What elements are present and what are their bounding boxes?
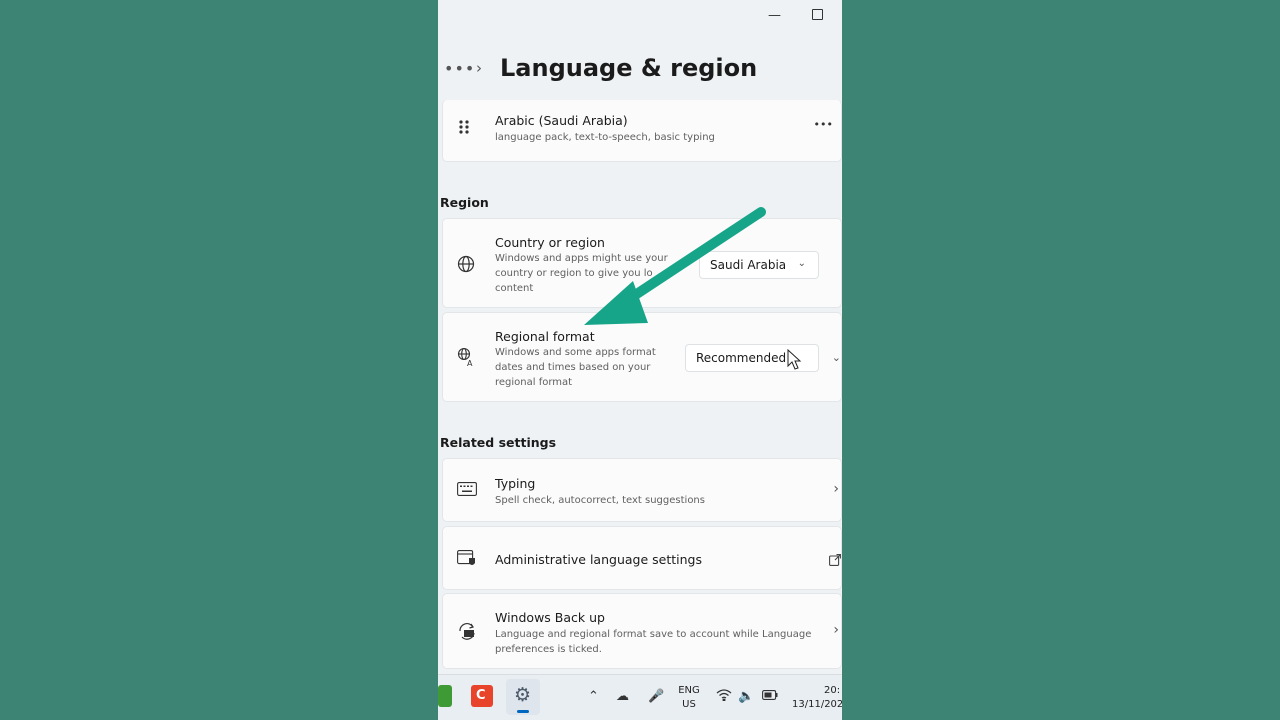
settings-app-button[interactable]: ⚙ [506,679,540,715]
typing-item[interactable]: Typing Spell check, autocorrect, text su… [442,458,842,522]
breadcrumb-chevron-icon: › [476,59,482,77]
region-section-label: Region [440,195,489,210]
gear-icon: ⚙ [514,684,532,706]
language-name: Arabic (Saudi Arabia) [495,113,628,128]
chevron-up-icon[interactable]: ⌃ [588,689,599,704]
minimize-button[interactable]: — [768,8,781,23]
drag-handle-icon[interactable] [457,118,471,140]
related-settings-label: Related settings [440,435,557,450]
chevron-right-icon: › [833,622,839,638]
more-icon[interactable]: ••• [814,118,833,131]
admin-language-item[interactable]: Administrative language settings [442,526,842,590]
language-features: language pack, text-to-speech, basic typ… [495,132,715,143]
keyboard-icon [457,481,477,500]
taskbar: C ⚙ ⌃ ☁ 🎤 ENG US 🔈 20: 13/11/202 [438,674,842,720]
admin-icon [457,550,477,572]
globe-icon [457,255,475,277]
format-desc-line2: dates and times based on your [495,362,651,373]
external-link-icon [829,551,841,570]
backup-desc-line1: Language and regional format save to acc… [495,629,812,640]
regional-format-icon: A [457,347,477,371]
annotation-arrow [584,207,766,325]
svg-text:A: A [467,359,473,367]
language-item-arabic[interactable]: Arabic (Saudi Arabia) language pack, tex… [442,100,842,162]
settings-window: — ••• › Language & region Arabic (Saudi … [438,0,842,720]
battery-icon[interactable] [762,689,778,704]
volume-icon[interactable]: 🔈 [738,689,754,704]
admin-title: Administrative language settings [495,552,702,567]
clock-date: 13/11/202 [792,699,842,710]
wifi-icon[interactable] [716,689,732,705]
country-desc-line3: content [495,283,534,294]
maximize-button[interactable] [812,9,823,20]
format-desc-line3: regional format [495,377,573,388]
format-value: Recommended [696,351,787,365]
page-header: ••• › Language & region [444,54,757,82]
clock-time: 20: [824,685,841,696]
backup-title: Windows Back up [495,610,605,625]
backup-icon [457,622,479,646]
clock[interactable]: 20: 13/11/202 [788,684,842,712]
typing-title: Typing [495,476,536,491]
breadcrumb-more-icon[interactable]: ••• [444,59,476,78]
page-title: Language & region [500,54,758,82]
lang-line1: ENG [678,685,700,696]
onedrive-icon[interactable]: ☁ [616,689,629,704]
lang-line2: US [682,699,696,710]
expand-chevron-icon[interactable]: ⌄ [832,351,841,364]
microphone-icon[interactable]: 🎤 [648,689,664,704]
windows-backup-item[interactable]: Windows Back up Language and regional fo… [442,593,842,669]
app-icon-green[interactable] [438,685,452,707]
chevron-down-icon: ⌄ [797,258,806,269]
pointer-cursor [787,349,802,370]
app-icon-red[interactable]: C [471,685,493,707]
typing-desc: Spell check, autocorrect, text suggestio… [495,495,705,506]
backup-desc-line2: preferences is ticked. [495,644,602,655]
active-indicator [517,710,529,713]
format-desc-line1: Windows and some apps format [495,347,656,358]
chevron-right-icon: › [833,481,839,497]
language-indicator[interactable]: ENG US [676,684,702,712]
